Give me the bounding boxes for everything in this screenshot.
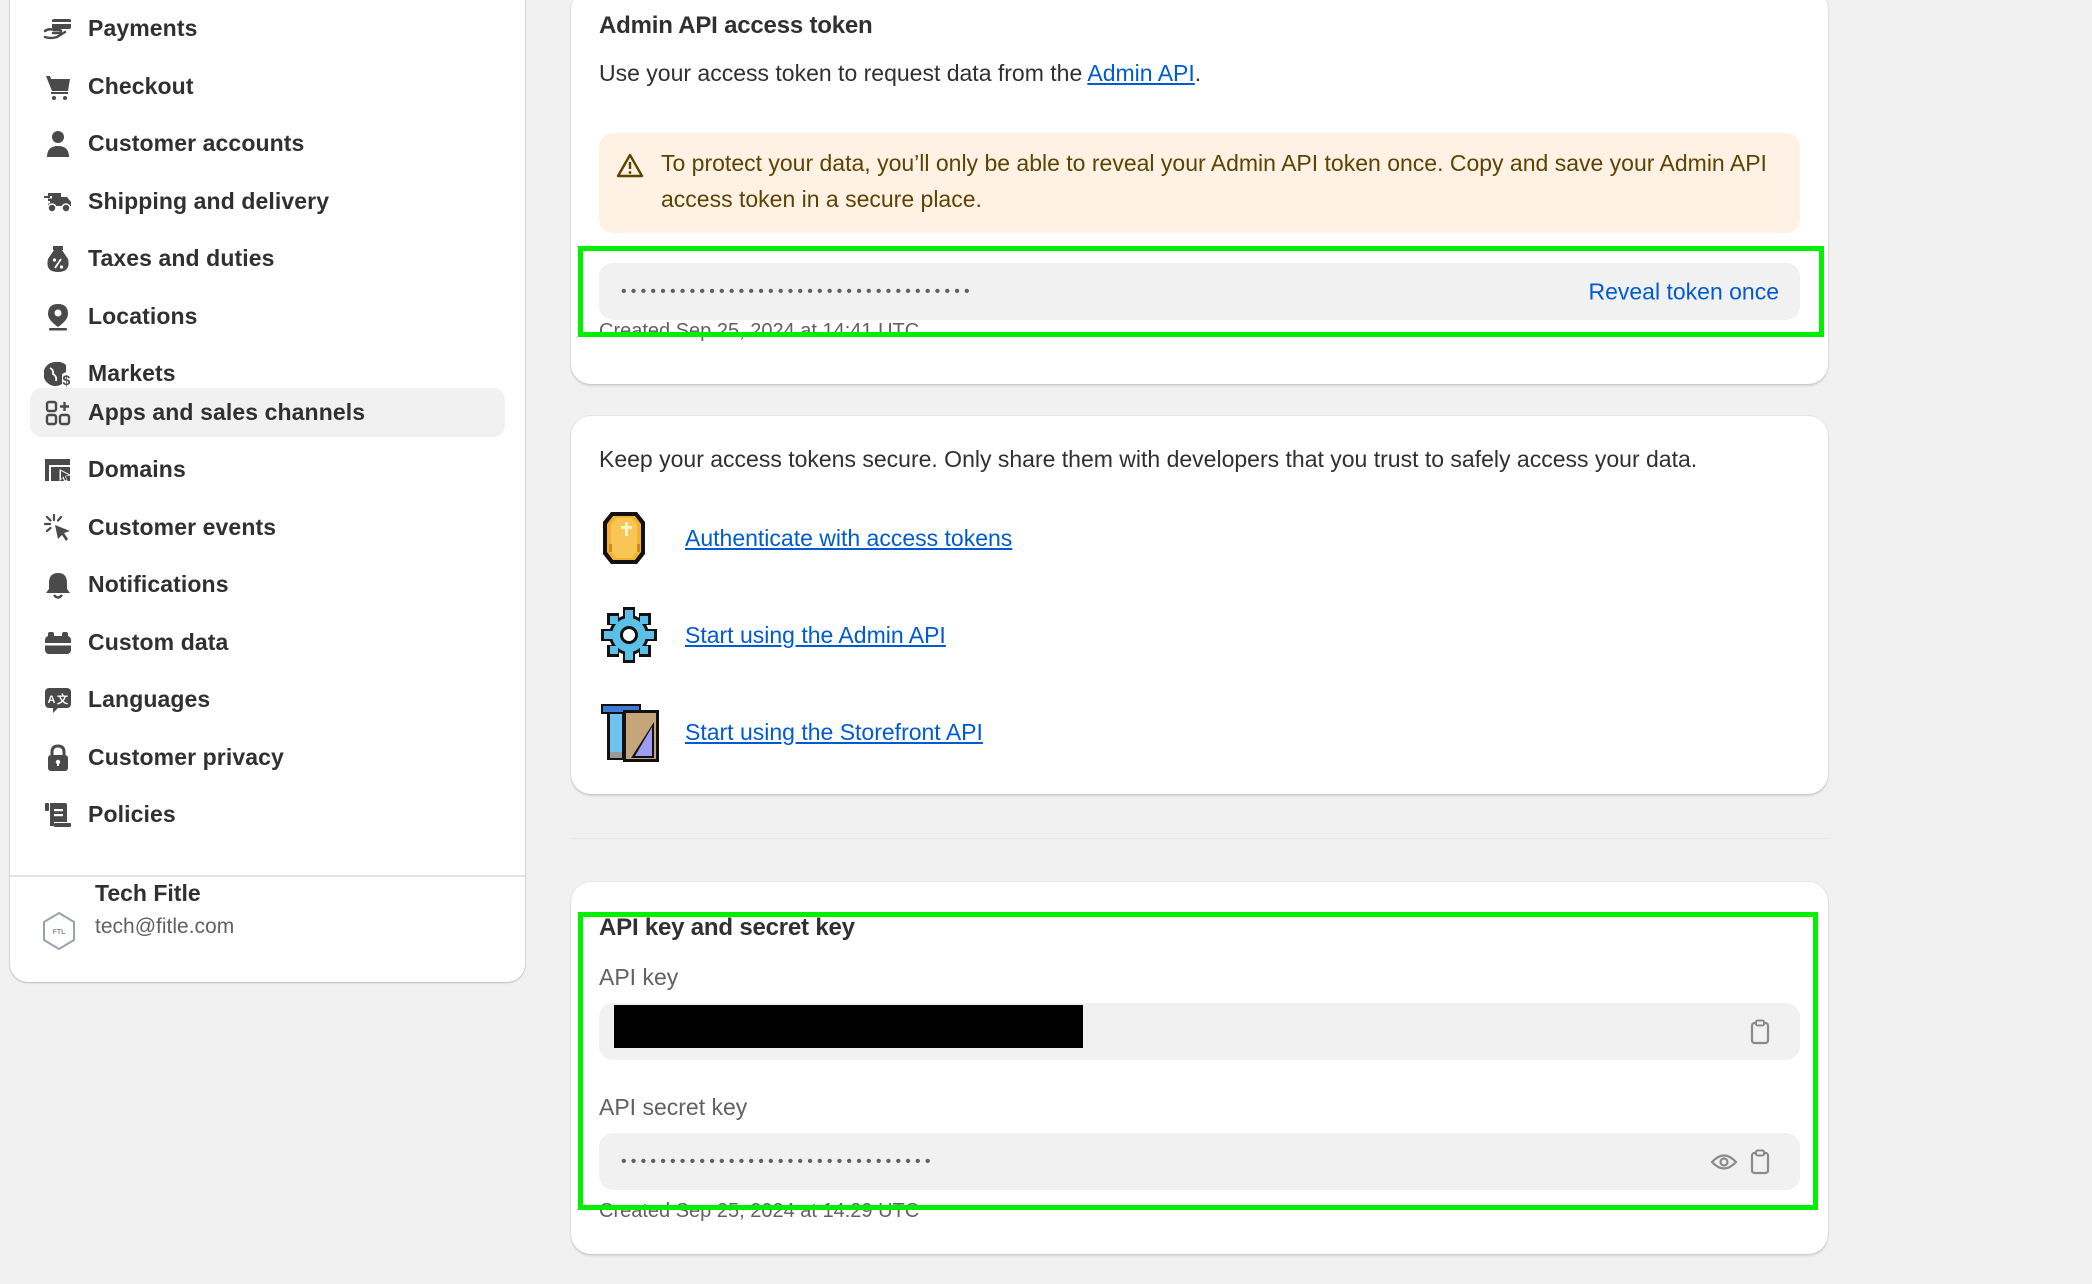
warning-icon [616,152,644,180]
translate-icon: A文 [43,685,73,715]
sidebar-item-label: Shipping and delivery [88,188,330,214]
cursor-click-icon [43,513,73,543]
truck-icon [43,187,73,217]
sidebar-item-policies[interactable]: Policies [30,790,505,839]
apps-icon [43,398,73,428]
resource-link-row: Start using the Storefront API [599,702,983,762]
sidebar-item-label: Customer events [88,514,277,540]
sidebar-item-notifications[interactable]: Notifications [30,560,505,609]
keys-created-date: Created Sep 25, 2024 at 14:29 UTC [599,1200,920,1222]
sidebar-item-label: Locations [88,303,198,329]
admin-api-link[interactable]: Admin API [1087,60,1194,86]
security-notice: Keep your access tokens secure. Only sha… [599,446,1698,472]
api-key-label: API key [599,964,679,990]
api-key-field[interactable] [599,1003,1800,1060]
sidebar-item-taxes-and-duties[interactable]: Taxes and duties [30,234,505,283]
api-secret-key-field[interactable]: •••••••••••••••••••••••••••••••• [599,1133,1800,1190]
sidebar-item-label: Notifications [88,571,229,597]
resource-link-row: Start using the Admin API [599,605,946,665]
sidebar-item-label: Checkout [88,73,194,99]
sidebar-item-label: Domains [88,456,186,482]
copy-secret-key-icon[interactable] [1746,1148,1774,1176]
copy-api-key-icon[interactable] [1746,1018,1774,1046]
warning-text: To protect your data, you’ll only be abl… [661,150,1767,212]
sidebar-item-label: Customer privacy [88,744,284,770]
sidebar-item-label: Taxes and duties [88,245,275,271]
store-email: tech@fitle.com [95,915,235,938]
sidebar-item-label: Customer accounts [88,130,305,156]
sidebar-item-custom-data[interactable]: Custom data [30,618,505,667]
location-pin-icon [43,302,73,332]
sidebar-item-languages[interactable]: A文 Languages [30,675,505,724]
masked-token: •••••••••••••••••••••••••••••••••••• [621,282,974,300]
section-divider [571,838,1828,839]
api-secret-key-label: API secret key [599,1094,748,1120]
authenticate-access-tokens-link[interactable]: Authenticate with access tokens [685,525,1012,552]
sidebar-item-shipping-and-delivery[interactable]: Shipping and delivery [30,177,505,226]
sidebar-item-label: Languages [88,686,211,712]
start-storefront-api-link[interactable]: Start using the Storefront API [685,719,983,746]
custom-data-icon [43,628,73,658]
redacted-api-key [614,1005,1083,1048]
card-description: Use your access token to request data fr… [599,60,1201,87]
access-token-field[interactable]: •••••••••••••••••••••••••••••••••••• Rev… [599,263,1800,320]
sidebar-item-customer-events[interactable]: Customer events [30,503,505,552]
sidebar-item-label: Custom data [88,629,229,655]
svg-text:文: 文 [57,692,69,706]
domains-icon [43,455,73,485]
policies-icon [43,800,73,830]
store-name: Tech Fitle [95,880,201,906]
store-avatar[interactable]: FTL [38,910,80,952]
description-text: Use your access token to request data fr… [599,60,1088,86]
reveal-token-button[interactable]: Reveal token once [1588,278,1779,305]
sidebar-item-payments[interactable]: Payments [30,4,505,53]
person-icon [43,129,73,159]
masked-secret-key: •••••••••••••••••••••••••••••••• [621,1152,935,1170]
description-suffix: . [1194,60,1202,86]
svg-text:A: A [48,694,56,706]
card-title: API key and secret key [599,914,855,941]
sidebar-item-domains[interactable]: Domains [30,445,505,494]
tax-bag-icon [43,244,73,274]
start-admin-api-link[interactable]: Start using the Admin API [685,622,946,649]
admin-api-token-card: Admin API access token Use your access t… [571,0,1828,384]
sidebar-item-label: Apps and sales channels [88,399,366,425]
sidebar-item-customer-privacy[interactable]: Customer privacy [30,733,505,782]
cart-icon [43,72,73,102]
lock-icon [43,743,73,773]
card-title: Admin API access token [599,12,873,39]
sidebar-item-label: Markets [88,360,176,386]
bell-icon [43,570,73,600]
sidebar-item-label: Policies [88,801,176,827]
coin-icon [599,508,655,568]
eye-icon[interactable] [1710,1148,1738,1176]
api-keys-card: API key and secret key API key API secre… [571,882,1828,1254]
globe-dollar-icon: $ [43,359,73,389]
sidebar-item-apps-and-sales-channels[interactable]: Apps and sales channels [30,388,505,437]
settings-sidebar: Payments Checkout Customer accounts Ship… [10,0,525,982]
sidebar-item-checkout[interactable]: Checkout [30,62,505,111]
sidebar-divider [10,875,525,877]
svg-text:$: $ [63,372,71,388]
gear-icon [599,605,657,665]
store-avatar-text: FTL [53,929,67,936]
resources-card: Keep your access tokens secure. Only sha… [571,416,1828,794]
payments-icon [43,14,73,44]
sidebar-item-label: Payments [88,15,198,41]
sidebar-item-customer-accounts[interactable]: Customer accounts [30,119,505,168]
sidebar-item-locations[interactable]: Locations [30,292,505,341]
warning-banner: To protect your data, you’ll only be abl… [599,133,1800,233]
token-created-date: Created Sep 25, 2024 at 14:41 UTC [599,320,920,342]
resource-link-row: Authenticate with access tokens [599,508,1012,568]
storefront-tools-icon [599,702,659,762]
